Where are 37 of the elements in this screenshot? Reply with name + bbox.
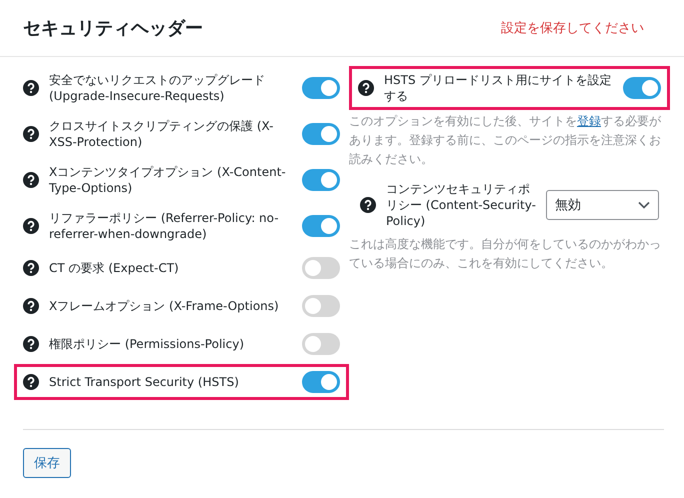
toggle-switch[interactable]: [302, 295, 340, 317]
toggle-switch[interactable]: [302, 169, 340, 191]
help-icon[interactable]: [23, 218, 39, 234]
help-icon[interactable]: [23, 126, 39, 142]
toggle-switch[interactable]: [302, 77, 340, 99]
option-label: 安全でないリクエストのアップグレード (Upgrade-Insecure-Requests): [49, 72, 266, 104]
help-icon[interactable]: [23, 80, 39, 96]
chevron-down-icon: [638, 201, 650, 209]
save-notice: 設定を保存してください: [501, 20, 644, 37]
help-icon[interactable]: [358, 80, 374, 96]
option-description: このオプションを有効にした後、サイトを登録する必要があります。登録する前に、このページの指示を注意深くお読みください。: [348, 113, 662, 168]
help-icon[interactable]: [23, 298, 39, 314]
help-icon[interactable]: [23, 336, 39, 352]
toggle-switch[interactable]: [623, 77, 661, 99]
option-label: Xフレームオプション (X-Frame-Options): [49, 298, 280, 314]
help-icon[interactable]: [23, 374, 39, 390]
option-description: これは高度な機能です。自分が何をしているのかがわかっている場合にのみ、これを有効にしてください。: [348, 236, 662, 272]
help-icon[interactable]: [360, 197, 376, 213]
toggle-switch[interactable]: [302, 215, 340, 237]
option-label: リファラーポリシー (Referrer-Policy: no-referrer-when-downgrade): [49, 210, 280, 242]
toggle-switch[interactable]: [302, 123, 340, 145]
help-icon[interactable]: [23, 260, 39, 276]
option-label: 権限ポリシー (Permissions-Policy): [49, 336, 245, 352]
toggle-switch[interactable]: [302, 333, 340, 355]
register-link[interactable]: 登録: [576, 114, 601, 128]
option-label: コンテンツセキュリティポリシー (Content-Security-Policy): [386, 181, 536, 229]
option-label: Strict Transport Security (HSTS): [49, 374, 240, 390]
toggle-switch[interactable]: [302, 257, 340, 279]
option-label: HSTS プリロードリスト用にサイトを設定する: [384, 72, 612, 104]
option-label: クロスサイトスクリプティングの保護 (X-XSS-Protection): [49, 118, 274, 150]
help-icon[interactable]: [23, 172, 39, 188]
option-label: CT の要求 (Expect-CT): [49, 260, 180, 276]
save-button[interactable]: 保存: [23, 448, 71, 478]
option-label: Xコンテンツタイプオプション (X-Content-Type-Options): [49, 164, 287, 196]
toggle-switch[interactable]: [302, 371, 340, 393]
policy-dropdown[interactable]: 無効: [546, 190, 659, 220]
page-title: セキュリティヘッダー: [23, 17, 203, 40]
